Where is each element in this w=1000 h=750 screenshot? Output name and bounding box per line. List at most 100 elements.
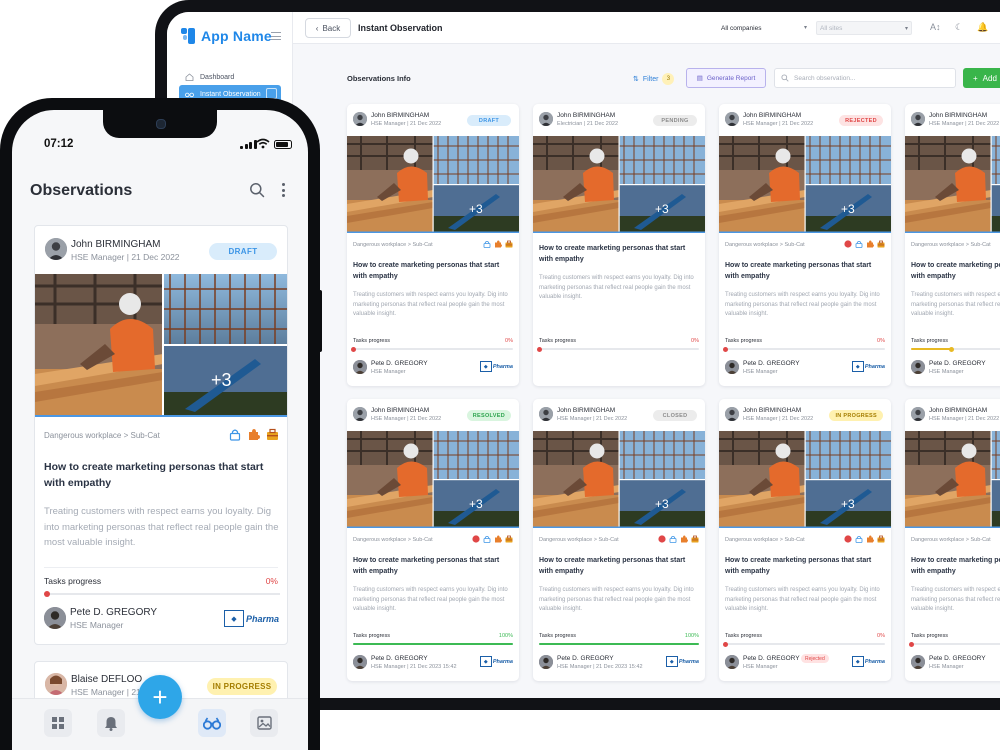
assignee-name: Pete D. GREGORY	[70, 607, 158, 618]
avatar	[539, 112, 553, 126]
toolbox-icon	[877, 240, 885, 248]
observation-card[interactable]: John BIRMINGHAM HSE Manager | 21 Dec 202…	[905, 104, 1000, 386]
app-logo[interactable]: App Name	[181, 28, 272, 44]
page-title: Instant Observation	[358, 23, 443, 33]
menu-toggle-icon[interactable]	[271, 32, 281, 40]
assignee-avatar	[725, 360, 739, 374]
company-select[interactable]: All companies ▾	[718, 21, 810, 35]
worker-photo: +3	[533, 431, 705, 528]
reporter-name: John BIRMINGHAM	[929, 112, 988, 119]
sidebar-item-dashboard[interactable]: Dashboard	[179, 68, 281, 86]
progress-knob	[350, 346, 356, 352]
assignee-role: HSE Manager | 21 Dec 2023 15:42	[557, 664, 643, 670]
reporter-name: John BIRMINGHAM	[557, 407, 616, 414]
nav-observations[interactable]	[198, 709, 226, 737]
company-logo-mark-icon: ◆	[479, 656, 492, 667]
reporter-role: HSE Manager | 21 Dec 2022	[371, 121, 442, 127]
site-select[interactable]: All sites ▾	[816, 21, 912, 35]
photo-gallery[interactable]: +3	[35, 274, 287, 417]
company-logo-mark-icon: ◆	[479, 361, 492, 372]
worker-photo	[35, 274, 287, 417]
reporter-name: John BIRMINGHAM	[743, 407, 802, 414]
grid-icon	[52, 717, 64, 729]
observation-card[interactable]: John BIRMINGHAM Electrician | 21 Dec 202…	[533, 104, 705, 386]
sidebar-item-label: Dashboard	[200, 73, 235, 81]
photo-gallery[interactable]: +3	[719, 136, 891, 233]
dark-mode-icon[interactable]: ☾	[955, 22, 963, 33]
svg-text:+3: +3	[841, 202, 855, 216]
observation-card[interactable]: John BIRMINGHAM HSE Manager | 21 Dec 202…	[905, 399, 1000, 681]
company-logo: ◆ Pharma	[223, 610, 279, 627]
observation-title: How to create marketing personas that st…	[539, 245, 686, 263]
page-title: Observations	[30, 182, 133, 199]
add-observation-button[interactable]: +	[138, 675, 182, 719]
hazard-icons	[472, 535, 513, 543]
tasks-progress-value: 0%	[505, 338, 513, 344]
observation-card[interactable]: John BIRMINGHAM HSE Manager | 21 Dec 202…	[719, 399, 891, 681]
assignee-name: Pete D. GREGORY	[743, 655, 800, 662]
puzzle-icon	[867, 535, 874, 543]
battery-icon	[274, 140, 292, 149]
reporter-name: John BIRMINGHAM	[371, 112, 430, 119]
font-size-icon[interactable]: A↕	[930, 22, 941, 32]
tasks-progress-bar	[536, 346, 699, 352]
cellular-signal-icon	[240, 140, 257, 149]
progress-fill	[539, 643, 699, 645]
observation-card[interactable]: John BIRMINGHAM HSE Manager | 21 Dec 202…	[347, 104, 519, 386]
worker-photo: +3	[347, 431, 519, 528]
photo-gallery[interactable]: +3	[905, 136, 1000, 233]
photo-gallery[interactable]: +3	[533, 431, 705, 528]
bell-icon[interactable]: 🔔	[977, 22, 988, 33]
lock-icon	[483, 535, 491, 543]
progress-knob	[536, 346, 542, 352]
progress-knob	[908, 641, 914, 647]
photo-gallery[interactable]: +3	[905, 431, 1000, 528]
category-breadcrumb: Dangerous workplace > Sub-Cat	[353, 537, 433, 543]
worker-photo: +3	[905, 431, 1000, 528]
add-button[interactable]: + Add	[963, 68, 1000, 88]
back-button[interactable]: ‹ Back	[305, 18, 351, 38]
reporter-role: HSE Manager | 21 Dec 2022	[743, 121, 814, 127]
reporter-role: HSE Manager | 21 Dec 2022	[71, 252, 180, 262]
generate-report-button[interactable]: ▤ Generate Report	[686, 68, 766, 88]
nav-dashboard[interactable]	[44, 709, 72, 737]
nav-gallery[interactable]	[250, 709, 278, 737]
tasks-progress-value: 0%	[877, 338, 885, 344]
search-icon[interactable]	[249, 182, 265, 198]
tasks-progress-bar	[44, 591, 280, 597]
progress-knob	[722, 641, 728, 647]
reporter-role: HSE Manager | 21	[71, 687, 141, 697]
filter-button[interactable]: ⇅ Filter 3	[633, 73, 675, 85]
observation-card[interactable]: John BIRMINGHAM HSE Manager | 21 Dec 202…	[533, 399, 705, 681]
avatar	[539, 407, 553, 421]
observation-title: How to create marketing personas that st…	[725, 262, 872, 280]
observation-card[interactable]: John BIRMINGHAM HSE Manager | 21 Dec 202…	[34, 225, 288, 645]
more-options-icon[interactable]	[282, 183, 285, 197]
assignee-avatar	[725, 655, 739, 669]
hazard-icons	[483, 240, 513, 248]
photo-gallery[interactable]: +3	[347, 136, 519, 233]
photo-gallery[interactable]: +3	[533, 136, 705, 233]
company-logo: ◆ Pharma	[851, 361, 885, 372]
chevron-down-icon: ▾	[904, 26, 908, 32]
search-input[interactable]: Search observation...	[774, 68, 956, 88]
hazard-icons	[658, 535, 699, 543]
photo-gallery[interactable]: +3	[347, 431, 519, 528]
assignee-role: HSE Manager	[743, 664, 778, 670]
app-name: App Name	[201, 28, 272, 44]
photo-gallery[interactable]: +3	[719, 431, 891, 528]
svg-text:+3: +3	[469, 497, 483, 511]
status-badge: IN PROGRESS	[829, 410, 883, 421]
observation-title: How to create marketing personas that st…	[725, 557, 872, 575]
tasks-progress-bar	[350, 346, 513, 352]
observation-card[interactable]: John BIRMINGHAM HSE Manager | 21 Dec 202…	[347, 399, 519, 681]
observation-card[interactable]: John BIRMINGHAM HSE Manager | 21 Dec 202…	[719, 104, 891, 386]
status-badge: REJECTED	[839, 115, 883, 126]
company-logo-text: Pharma	[245, 613, 279, 624]
bell-icon	[105, 716, 117, 731]
status-time: 07:12	[44, 138, 74, 150]
reporter-name: Blaise DEFLOO	[71, 674, 143, 685]
phone-device: 07:12 Observations John BIRMINGHAM HSE M…	[0, 98, 320, 750]
nav-notifications[interactable]	[97, 709, 125, 737]
company-logo-mark-icon: ◆	[851, 361, 864, 372]
